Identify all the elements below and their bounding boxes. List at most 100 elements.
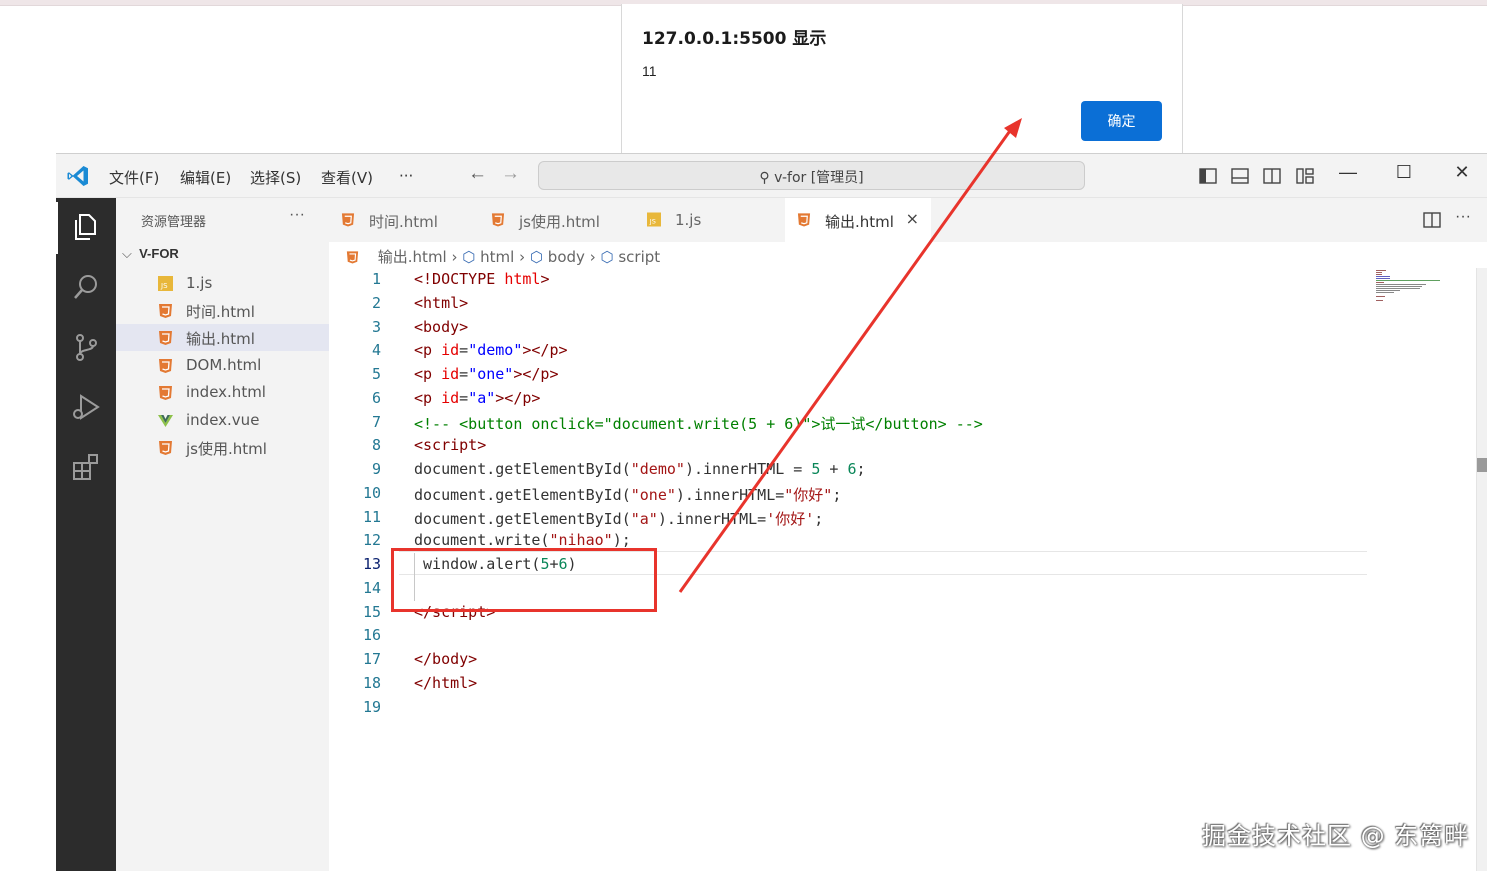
maximize-icon[interactable]: ☐ [1389,162,1419,183]
file-item-1js[interactable]: JS 1.js [116,270,329,297]
file-item-time-html[interactable]: 时间.html [116,297,329,324]
minimap[interactable] [1374,268,1444,308]
vue-file-icon [158,415,173,427]
toggle-primary-sidebar-icon[interactable] [1198,166,1218,186]
workspace-folder[interactable]: ⌵ V-FOR [122,246,179,262]
watermark: 掘金技术社区 @ 东篱畔 [1202,822,1470,850]
menu-edit[interactable]: 编辑(E) [180,167,231,188]
explorer-title: 资源管理器 [141,215,207,230]
html-file-icon [159,359,172,373]
html-file-icon [159,441,172,455]
extensions-icon[interactable] [70,451,102,483]
breadcrumb-file[interactable]: 输出.html [378,248,447,266]
command-center[interactable]: ⚲ v-for [管理员] [538,161,1085,190]
command-center-label: v-for [管理员] [774,170,864,186]
line-number: 4 [371,341,381,359]
close-tab-icon[interactable]: × [906,209,919,228]
menu-more[interactable]: ··· [399,167,413,185]
explorer-more-button[interactable]: ··· [289,206,305,224]
code-line: <html> [414,294,469,312]
line-number: 1 [371,270,381,288]
tab-time-html[interactable]: 时间.html [329,198,475,242]
code-line: </body> [414,650,478,668]
chevron-right-icon: › [451,248,463,266]
tab-label: 输出.html [825,213,894,231]
line-number-current: 13 [362,555,381,573]
customize-layout-icon[interactable] [1295,166,1315,186]
line-number: 9 [371,460,381,478]
line-number: 14 [362,579,381,597]
vertical-scrollbar[interactable] [1476,268,1487,871]
search-sidebar-icon[interactable] [70,271,102,303]
file-label: index.vue [186,411,260,429]
annotation-highlight-box [391,548,657,612]
run-debug-icon[interactable] [70,391,102,423]
breadcrumb-body[interactable]: body [548,248,585,266]
code-line: document.getElementById("a").innerHTML='… [414,510,824,528]
code-line: <p id="demo"></p> [414,341,568,359]
file-label: 1.js [186,274,213,292]
html-file-icon [159,386,172,400]
html-file-icon [159,331,172,345]
vscode-window: 文件(F) 编辑(E) 选择(S) 查看(V) ··· ← → ⚲ v-for … [56,153,1487,871]
code-line: <!-- <button onclick="document.write(5 +… [414,415,983,433]
menu-selection[interactable]: 选择(S) [250,167,301,188]
line-number: 11 [362,508,381,526]
alert-ok-button[interactable]: 确定 [1081,101,1162,141]
code-line: <body> [414,318,469,336]
code-line: <p id="a"></p> [414,389,541,407]
html-file-icon [797,213,811,227]
file-item-index-html[interactable]: index.html [116,379,329,406]
tab-output-html[interactable]: 输出.html × [785,198,931,242]
line-number: 19 [362,698,381,716]
menu-view[interactable]: 查看(V) [321,167,373,188]
split-editor-icon[interactable] [1423,211,1441,229]
file-label: DOM.html [186,356,262,374]
editor-tab-bar: 时间.html js使用.html JS 1.js 输出.html × ··· [329,198,1487,242]
tab-label: 时间.html [369,213,438,231]
file-item-jsuse-html[interactable]: js使用.html [116,434,329,461]
tab-label: js使用.html [519,213,600,231]
file-item-output-html[interactable]: 输出.html [116,324,329,351]
tab-jsuse-html[interactable]: js使用.html [479,198,629,242]
html-file-icon [346,251,359,264]
close-window-icon[interactable]: ✕ [1447,162,1477,183]
line-number: 2 [371,294,381,312]
symbol-icon: ⬡ [462,248,476,266]
scrollbar-thumb[interactable] [1477,458,1487,472]
minimize-icon[interactable]: — [1333,162,1363,183]
symbol-icon: ⬡ [600,248,614,266]
line-number: 7 [371,413,381,431]
tab-label: 1.js [675,211,702,229]
code-line: </html> [414,674,478,692]
menu-file[interactable]: 文件(F) [109,167,159,188]
html-file-icon [341,213,355,227]
file-item-index-vue[interactable]: index.vue [116,407,329,434]
code-line: document.getElementById("demo").innerHTM… [414,460,866,478]
breadcrumb-html[interactable]: html [480,248,514,266]
html-file-icon [159,304,172,318]
symbol-icon: ⬡ [529,248,544,266]
code-line: <script> [414,436,487,454]
source-control-icon[interactable] [70,331,102,363]
chevron-right-icon: › [589,248,601,266]
more-actions-icon[interactable]: ··· [1455,208,1471,226]
title-bar: 文件(F) 编辑(E) 选择(S) 查看(V) ··· ← → ⚲ v-for … [56,154,1487,198]
js-file-icon: JS [158,276,173,291]
explorer-icon[interactable] [70,211,102,243]
file-label: 时间.html [186,303,255,321]
line-number: 6 [371,389,381,407]
code-line: document.getElementById("one").innerHTML… [414,486,842,504]
back-arrow-icon[interactable]: ← [468,163,487,185]
toggle-secondary-sidebar-icon[interactable] [1262,166,1282,186]
tab-1js[interactable]: JS 1.js [635,198,783,242]
code-line: <p id="one"></p> [414,365,559,383]
svg-text:JS: JS [160,282,168,290]
html-file-icon [491,213,505,227]
toggle-panel-icon[interactable] [1230,166,1250,186]
forward-arrow-icon[interactable]: → [501,163,520,185]
file-item-dom-html[interactable]: DOM.html [116,352,329,379]
breadcrumb-script[interactable]: script [618,248,660,266]
line-number: 12 [362,531,381,549]
line-number: 17 [362,650,381,668]
